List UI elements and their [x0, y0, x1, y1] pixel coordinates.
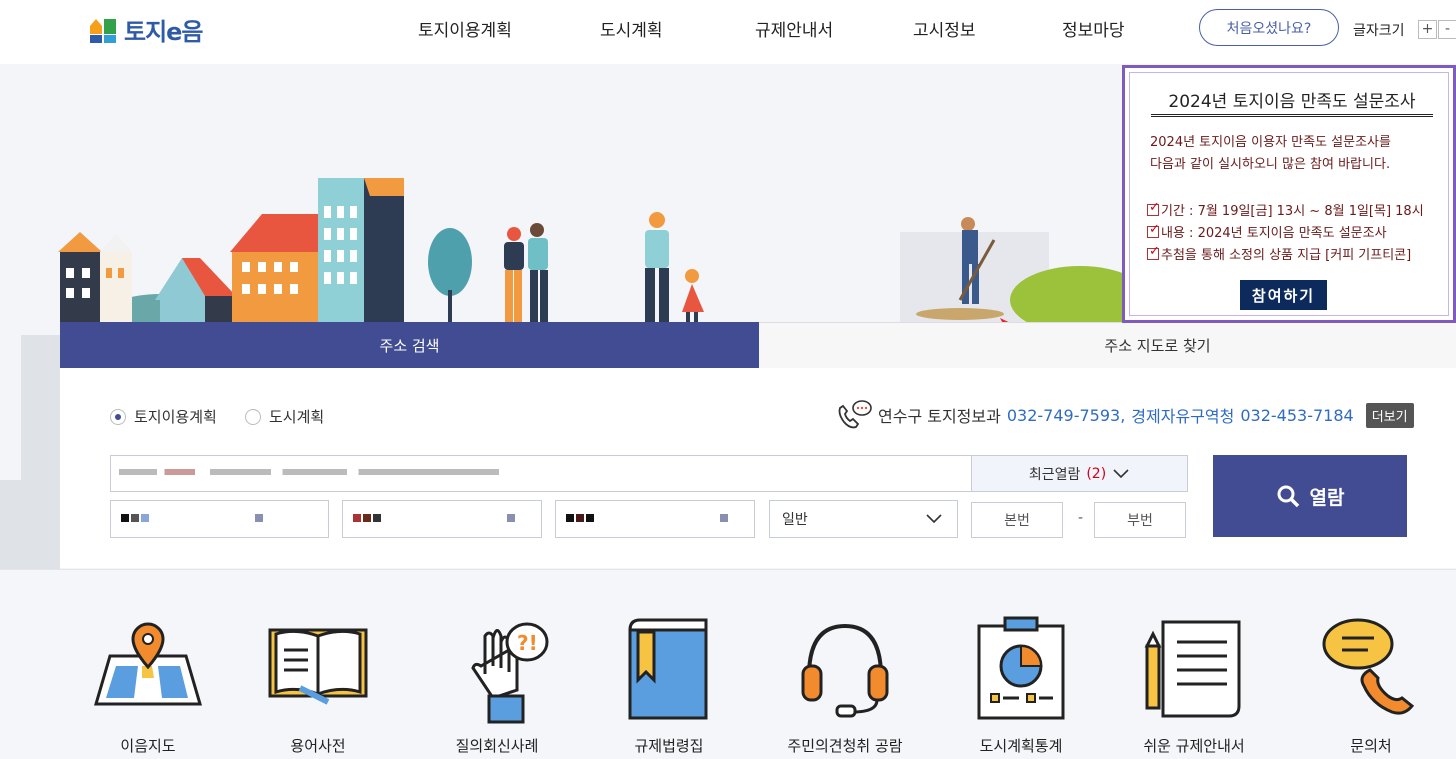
view-button[interactable]: 열람 — [1213, 455, 1407, 537]
address-input[interactable] — [110, 455, 972, 492]
logo-icon — [90, 18, 116, 43]
font-size-label: 글자크기 — [1353, 23, 1405, 39]
phone-chat-icon — [838, 400, 872, 429]
checkbox-icon — [1147, 200, 1160, 216]
quick-label-map[interactable]: 이음지도 — [63, 735, 233, 756]
radio-city-plan[interactable]: 도시계획 — [245, 406, 324, 427]
popup-period-text: 기간 : 7월 19일[금] 13시 ~ 8월 1일[목] 18시 — [1161, 204, 1424, 219]
recent-view-label: 최근열람 — [1028, 466, 1081, 483]
survey-popup: 2024년 토지이음 만족도 설문조사 2024년 토지이음 이용자 만족도 설… — [1122, 65, 1456, 323]
quick-item-statistics[interactable] — [936, 616, 1106, 720]
quick-item-easy-guide[interactable] — [1109, 616, 1279, 720]
popup-item-content: 내용 : 2024년 토지이음 만족도 설문조사 — [1147, 222, 1387, 241]
question-hand-icon: ?! — [471, 622, 549, 724]
logo-text: 토지e음 — [124, 18, 204, 46]
quick-label-statistics[interactable]: 도시계획통계 — [936, 735, 1106, 756]
tab-address-search-label: 주소 검색 — [379, 336, 440, 355]
quick-item-dictionary[interactable] — [233, 616, 403, 708]
document-pencil-icon — [1144, 620, 1241, 718]
popup-item-period: 기간 : 7월 19일[금] 13시 ~ 8월 1일[목] 18시 — [1147, 200, 1424, 219]
nav-notice-info[interactable]: 고시정보 — [913, 16, 976, 41]
nav-regulation-guide[interactable]: 규제안내서 — [755, 16, 833, 41]
svg-text:?!: ?! — [517, 631, 538, 655]
popup-line-1: 2024년 토지이음 이용자 만족도 설문조사를 — [1150, 135, 1391, 150]
sido-select[interactable] — [110, 500, 329, 538]
popup-description: 2024년 토지이음 이용자 만족도 설문조사를 다음과 같이 실시하오니 많은… — [1150, 132, 1391, 176]
nav-city-plan[interactable]: 도시계획 — [600, 16, 663, 41]
checkbox-icon — [1147, 244, 1160, 260]
quick-label-qna[interactable]: 질의회신사례 — [412, 735, 582, 756]
view-button-label: 열람 — [1309, 486, 1345, 509]
popup-item-prize: 추첨을 통해 소정의 상품 지급 [커피 기프티콘] — [1147, 244, 1411, 263]
headset-icon — [801, 623, 889, 718]
land-type-value: 일반 — [782, 512, 808, 528]
sigungu-select[interactable] — [342, 500, 542, 538]
nav-info-square[interactable]: 정보마당 — [1062, 16, 1125, 41]
quick-item-map[interactable] — [63, 616, 233, 708]
radio-selected-icon — [110, 408, 126, 425]
quick-item-contact[interactable] — [1286, 616, 1456, 716]
tab-address-search[interactable]: 주소 검색 — [60, 322, 759, 378]
logo[interactable]: 토지e음 — [88, 12, 204, 47]
radio-land-use-plan[interactable]: 토지이용계획 — [110, 406, 217, 427]
search-icon — [1277, 485, 1299, 508]
open-book-icon — [268, 628, 368, 705]
font-increase-button[interactable]: + — [1418, 20, 1437, 39]
sub-number-input[interactable]: 부번 — [1094, 502, 1186, 538]
contact-label-2: 경제자유구역청 — [1131, 407, 1235, 426]
more-button[interactable]: 더보기 — [1365, 402, 1414, 428]
quick-item-qna[interactable]: ?! — [412, 616, 582, 728]
map-pin-icon — [94, 622, 202, 706]
quick-label-public-hearing[interactable]: 주민의견청취 공람 — [760, 735, 930, 756]
contact-number-2[interactable]: 032-453-7184 — [1240, 406, 1353, 425]
quick-label-dictionary[interactable]: 용어사전 — [233, 735, 403, 756]
main-number-input[interactable]: 본번 — [971, 502, 1063, 538]
address-input-obscured-text — [119, 468, 499, 475]
contact-label: 연수구 토지정보과 — [878, 407, 1001, 426]
quick-item-regulation-book[interactable] — [584, 616, 754, 720]
popup-line-2: 다음과 같이 실시하오니 많은 참여 바랍니다. — [1150, 157, 1391, 172]
hero-side-block — [21, 335, 60, 569]
checkbox-icon — [1147, 222, 1160, 238]
contact-number-1[interactable]: 032-749-7593, — [1007, 406, 1125, 425]
law-book-icon — [628, 618, 708, 720]
number-dash: - — [1078, 510, 1084, 526]
dong-select[interactable] — [555, 500, 755, 538]
font-decrease-button[interactable]: - — [1438, 20, 1456, 39]
popup-content-text: 내용 : 2024년 토지이음 만족도 설문조사 — [1161, 226, 1387, 241]
recent-view-dropdown[interactable]: 최근열람 (2) — [971, 455, 1188, 492]
contact-info: 연수구 토지정보과 032-749-7593, 경제자유구역청 032-453-… — [836, 400, 1414, 430]
tab-map-search-label: 주소 지도로 찾기 — [1104, 337, 1211, 355]
radio-unselected-icon — [245, 408, 261, 425]
first-visit-button[interactable]: 처음오셨나요? — [1199, 9, 1339, 46]
quick-label-easy-guide[interactable]: 쉬운 규제안내서 — [1109, 735, 1279, 756]
join-survey-button[interactable]: 참여하기 — [1240, 280, 1327, 310]
popup-prize-text: 추첨을 통해 소정의 상품 지급 [커피 기프티콘] — [1161, 248, 1412, 263]
land-type-select[interactable]: 일반 — [769, 500, 958, 538]
radio-land-use-plan-label: 토지이용계획 — [134, 408, 217, 426]
quick-label-contact[interactable]: 문의처 — [1286, 735, 1456, 756]
nav-land-use-plan[interactable]: 토지이용계획 — [418, 16, 512, 41]
hero-side-block — [0, 480, 21, 569]
header: 토지e음 토지이용계획 도시계획 규제안내서 고시정보 정보마당 처음오셨나요?… — [0, 0, 1456, 64]
popup-title: 2024년 토지이음 만족도 설문조사 — [1151, 87, 1433, 117]
phone-bubble-icon — [1322, 618, 1415, 715]
radio-city-plan-label: 도시계획 — [269, 408, 325, 426]
tab-map-search[interactable]: 주소 지도로 찾기 — [759, 322, 1456, 368]
chevron-down-icon — [1113, 468, 1129, 478]
chevron-down-icon — [926, 514, 942, 524]
recent-view-count: (2) — [1086, 465, 1107, 482]
pie-chart-board-icon — [977, 616, 1065, 720]
quick-item-public-hearing[interactable] — [760, 616, 930, 720]
hero-illustration — [58, 178, 1130, 324]
quick-label-regulation-book[interactable]: 규제법령집 — [584, 735, 754, 756]
